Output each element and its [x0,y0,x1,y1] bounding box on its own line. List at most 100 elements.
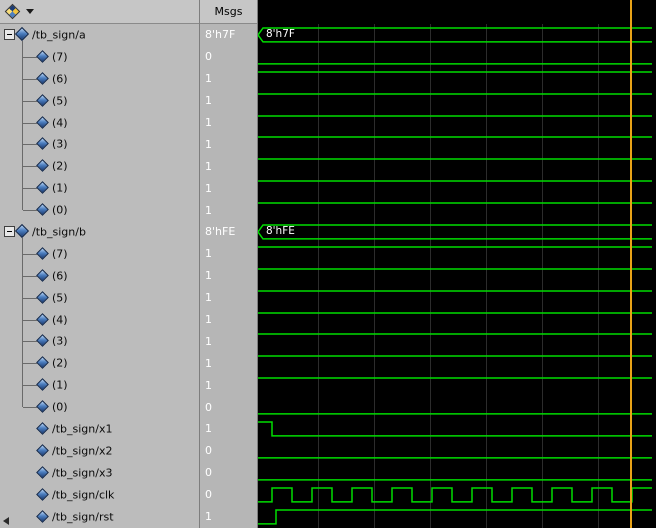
signal-name-row[interactable]: (1) [0,374,199,397]
signal-diamond-icon [36,312,49,326]
signal-value: 0 [205,488,212,502]
signal-name-label: (2) [52,159,68,173]
waveform-row[interactable] [258,440,656,462]
msgs-header-label: Msgs [214,5,243,18]
wave-format-icon[interactable] [4,3,21,20]
diamond-logo-icon [4,3,21,20]
signal-name-label: /tb_sign/a [32,28,86,42]
signal-diamond-icon [36,487,49,501]
waveform-row[interactable] [258,155,656,177]
signal-value: 1 [205,203,212,217]
signal-value: 1 [205,269,212,283]
waveform-row[interactable] [258,287,656,309]
minus-icon [7,33,12,35]
names-panel-header [0,0,199,24]
signal-name-row[interactable]: (7) [0,242,199,265]
signal-value: 1 [205,72,212,86]
wave-window: /tb_sign/a (7) (6) (5) (4) (3) (2) (1) (0) /tb_si… [0,0,656,528]
signal-name-row[interactable]: /tb_sign/x1 [0,418,199,440]
signal-name-row[interactable]: (5) [0,286,199,309]
svg-text:8'hFE: 8'hFE [266,225,295,237]
tree-collapse-toggle[interactable] [4,225,15,237]
minus-icon [7,230,12,232]
waveform-row[interactable] [258,243,656,265]
signal-name-row[interactable]: (1) [0,177,199,200]
signal-name-label: (6) [52,72,68,86]
signal-name-row[interactable]: (3) [0,330,199,353]
signal-value: 1 [205,247,212,261]
waveform-row[interactable] [258,352,656,374]
signal-diamond-icon [36,71,49,85]
dropdown-caret-icon[interactable] [26,9,34,14]
signal-value: 1 [205,356,212,370]
signal-name-row[interactable]: (7) [0,45,199,68]
signal-diamond-icon [36,246,49,260]
tree-collapse-toggle[interactable] [4,28,15,40]
signal-name-row[interactable]: (5) [0,89,199,112]
waveform-row[interactable] [258,506,656,528]
waveform-row[interactable] [258,199,656,221]
signal-name-row[interactable]: (4) [0,111,199,134]
signal-name-label: (2) [52,356,68,370]
signal-diamond-icon [36,159,49,173]
signal-name-row[interactable]: (4) [0,308,199,331]
waveform-row[interactable] [258,133,656,155]
waveform-row[interactable] [258,90,656,112]
signal-name-row[interactable]: /tb_sign/rst [0,506,199,528]
signal-value: 0 [205,400,212,414]
signal-value: 0 [205,444,212,458]
signal-diamond-icon [36,356,49,370]
waveform-row[interactable] [258,396,656,418]
signal-name-row[interactable]: (2) [0,352,199,375]
signal-value: 1 [205,378,212,392]
waveform-row[interactable] [258,462,656,484]
signal-diamond-icon [36,268,49,282]
signal-name-label: (5) [52,291,68,305]
signal-names-panel: /tb_sign/a (7) (6) (5) (4) (3) (2) (1) (0) /tb_si… [0,0,200,528]
signal-name-label: /tb_sign/rst [52,510,114,524]
waveform-row[interactable] [258,265,656,287]
signal-name-label: (4) [52,116,68,129]
waveform-row[interactable]: 8'hFE [258,221,656,243]
signal-name-label: (3) [52,137,68,151]
svg-text:8'h7F: 8'h7F [266,28,295,40]
waveform-panel[interactable]: 8'h7F 8'hFE [258,0,656,528]
signal-diamond-icon [36,509,49,523]
signal-name-row[interactable]: /tb_sign/x3 [0,462,199,484]
waveform-row[interactable] [258,68,656,90]
scroll-left-arrow-icon[interactable] [3,517,9,525]
signal-name-row[interactable]: (6) [0,67,199,90]
values-panel: Msgs 8'h7F 0 1 1 1 1 1 1 1 8'hFE 1 1 1 1 1 1 1 0 1 0 0 0 1 [200,0,258,528]
waveform-row[interactable]: 8'h7F [258,24,656,46]
signal-diamond-icon [36,49,49,63]
signal-diamond-icon [36,290,49,304]
signal-diamond-icon [36,181,49,195]
waveform-row[interactable] [258,177,656,199]
waveform-row[interactable] [258,112,656,134]
signal-value-list: 8'h7F 0 1 1 1 1 1 1 1 8'hFE 1 1 1 1 1 1 1 0 1 0 0 0 1 [200,24,257,528]
signal-name-label: (3) [52,334,68,348]
waveform-row[interactable] [258,46,656,68]
signal-name-row[interactable]: (0) [0,396,199,418]
signal-value: 1 [205,291,212,305]
signal-name-row[interactable]: /tb_sign/a [0,24,199,46]
signal-name-row[interactable]: (0) [0,199,199,221]
signal-name-list: /tb_sign/a (7) (6) (5) (4) (3) (2) (1) (0) /tb_si… [0,24,199,528]
signal-diamond-icon [36,93,49,107]
signal-name-label: (1) [52,181,68,195]
waveform-row[interactable] [258,330,656,352]
signal-name-row[interactable]: (3) [0,133,199,156]
waveform-row[interactable] [258,484,656,506]
signal-name-row[interactable]: (6) [0,264,199,287]
waveform-row[interactable] [258,418,656,440]
signal-value: 8'hFE [205,225,236,239]
signal-name-row[interactable]: /tb_sign/x2 [0,440,199,462]
signal-name-row[interactable]: /tb_sign/b [0,221,199,243]
signal-name-row[interactable]: /tb_sign/clk [0,484,199,506]
waveform-row[interactable] [258,374,656,396]
signal-name-row[interactable]: (2) [0,155,199,178]
signal-value: 1 [205,159,212,173]
time-cursor[interactable] [630,0,632,528]
signal-diamond-icon [36,378,49,392]
waveform-row[interactable] [258,309,656,331]
